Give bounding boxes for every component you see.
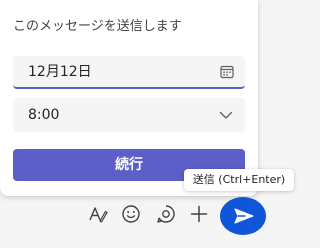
emoji-icon[interactable] bbox=[120, 203, 142, 225]
send-button[interactable] bbox=[220, 197, 266, 235]
time-dropdown[interactable]: 8:00 bbox=[13, 98, 245, 132]
date-picker-field[interactable]: 12月12日 bbox=[13, 56, 245, 89]
calendar-icon[interactable] bbox=[219, 64, 235, 80]
time-value: 8:00 bbox=[28, 107, 60, 123]
format-icon[interactable] bbox=[87, 203, 109, 225]
add-icon[interactable] bbox=[188, 203, 210, 225]
schedule-send-popup: このメッセージを送信します 12月12日 8:00 続行 bbox=[0, 0, 258, 196]
chevron-down-icon bbox=[219, 111, 233, 119]
date-value: 12月12日 bbox=[28, 64, 92, 80]
loop-icon[interactable] bbox=[155, 203, 177, 225]
send-icon bbox=[234, 208, 254, 224]
send-tooltip: 送信 (Ctrl+Enter) bbox=[184, 169, 294, 191]
page: このメッセージを送信します 12月12日 8:00 続行 送信 (Ctrl+En… bbox=[0, 0, 300, 248]
popup-title: このメッセージを送信します bbox=[13, 19, 182, 34]
